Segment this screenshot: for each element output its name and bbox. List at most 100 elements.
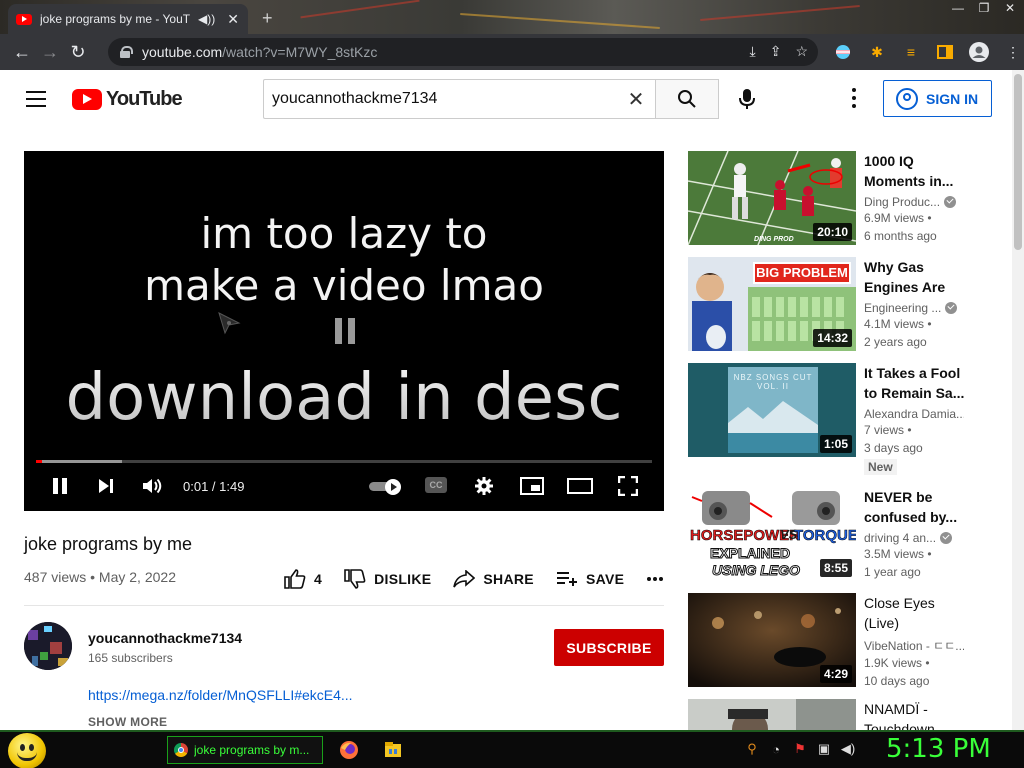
wallpaper-scribble [300,0,420,19]
settings-gear-icon[interactable] [473,469,495,503]
show-more-button[interactable]: SHOW MORE [88,715,167,729]
youtube-logo[interactable]: YouTube [72,88,183,111]
puzzle-extension-icon[interactable]: ✱ [866,42,888,62]
recommendation-channel[interactable]: driving 4 an... [864,531,966,545]
verified-icon [944,196,957,208]
taskbar-clock[interactable]: 5:13 PM [886,734,991,764]
hamburger-menu-icon[interactable] [26,91,46,107]
video-player[interactable]: im too lazy to make a video lmao downloa… [24,151,664,511]
video-cursor-icon [218,312,241,335]
recommendation-item[interactable]: HORSEPOWER VS TORQUE EXPLAINED USING LEG… [688,487,1008,581]
clock-tray-icon[interactable]: ◔ [768,741,784,757]
settings-kebab-icon[interactable] [850,88,858,108]
recommendation-channel[interactable]: Alexandra Damia... [864,407,966,421]
search-input[interactable]: youcannothackme7134 ✕ [263,79,656,119]
pause-icon[interactable] [48,469,72,503]
volume-icon[interactable] [140,469,166,503]
start-button-smiley-icon[interactable] [8,733,46,768]
file-explorer-icon[interactable] [383,740,403,760]
page-scrollbar[interactable] [1012,70,1024,730]
recommendation-title[interactable]: It Takes a Fool to Remain Sa... [864,363,966,403]
search-button[interactable] [655,79,719,119]
video-thumbnail[interactable] [688,699,856,730]
back-icon[interactable]: ← [8,38,36,66]
reload-icon[interactable]: ↻ [64,38,92,66]
recommendation-views: 6.9M views • [864,211,932,225]
flag-extension-icon[interactable] [832,42,854,62]
recommendation-views: 3.5M views • [864,547,932,561]
recommendation-title[interactable]: Why Gas Engines Are F... [864,257,966,297]
install-icon[interactable]: ⤓ [750,43,756,60]
chrome-menu-icon[interactable]: ⋮ [1002,42,1024,62]
url-path: /watch?v=M7WY_8stKzc [222,44,378,60]
share-page-icon[interactable]: ⇪ [770,43,782,60]
sign-in-button[interactable]: SIGN IN [883,80,992,117]
lock-icon[interactable] [120,46,133,58]
recommendation-item[interactable]: NBZ SONGS CUT VOL. II 1:05 It Takes a Fo… [688,363,1008,475]
progress-loaded [36,460,123,463]
progress-bar[interactable] [36,460,652,463]
recommendation-title[interactable]: 1000 IQ Moments in... [864,151,966,191]
recommendation-item[interactable]: DING PROD 20:10 1000 IQ Moments in... Di… [688,151,1008,245]
recommendation-channel[interactable]: VibeNation - ㄷㄷ... [864,637,966,654]
profile-avatar-icon[interactable] [968,42,990,62]
channel-name[interactable]: youcannothackme7134 [88,630,242,646]
video-thumbnail[interactable]: 4:29 [688,593,856,687]
tab-title: joke programs by me - YouT [40,12,190,26]
media-playlist-icon[interactable]: ≡ [900,42,922,62]
side-panel-icon[interactable] [934,42,956,62]
description-link[interactable]: https://mega.nz/folder/MnQSFLLI#ekcE4... [88,687,353,703]
recommendation-views: 4.1M views • [864,317,932,331]
close-window-icon[interactable]: ✕ [1002,1,1018,15]
video-thumbnail[interactable]: DING PROD 20:10 [688,151,856,245]
recommendation-channel[interactable]: Engineering ... [864,301,966,315]
theater-mode-icon[interactable] [566,469,594,503]
miniplayer-icon[interactable] [519,469,545,503]
bookmark-star-icon[interactable]: ☆ [795,43,808,60]
recommendation-title[interactable]: NNAMDÏ - Touchdown [864,699,966,730]
clear-search-icon[interactable]: ✕ [624,87,648,112]
subscribe-button[interactable]: SUBSCRIBE [554,629,664,666]
recommendation-title[interactable]: Close Eyes (Live) [864,593,966,633]
forward-icon[interactable]: → [36,38,64,66]
search-tray-icon[interactable]: ⚲ [744,741,760,757]
video-thumbnail[interactable]: BIG PROBLEM 14:32 [688,257,856,351]
scrollbar-thumb[interactable] [1014,74,1022,250]
restore-icon[interactable]: ❐ [976,1,992,15]
volume-tray-icon[interactable]: ◀) [840,741,856,757]
minimize-icon[interactable]: — [950,1,966,15]
flag-tray-icon[interactable]: ⚑ [792,741,808,757]
tab-audio-icon[interactable]: ◀)) [198,12,215,26]
autoplay-toggle[interactable] [369,479,403,495]
next-icon[interactable] [94,469,118,503]
recommendation-item[interactable]: 4:29 Close Eyes (Live) VibeNation - ㄷㄷ..… [688,593,1008,688]
browser-tab-active[interactable]: joke programs by me - YouT ◀)) ✕ [8,4,248,34]
channel-avatar[interactable] [24,622,72,670]
recommendation-item[interactable]: NNAMDÏ - Touchdown [688,699,1008,730]
share-button[interactable]: SHARE [453,570,534,588]
address-bar[interactable]: youtube.com/watch?v=M7WY_8stKzc ⤓ ⇪ ☆ [108,38,818,66]
recommendation-channel[interactable]: Ding Produc... [864,195,966,209]
wallpaper-scribble [700,5,860,21]
more-actions-icon[interactable] [646,576,664,582]
fullscreen-icon[interactable] [616,469,640,503]
thumbs-down-icon [344,569,366,589]
search-query[interactable]: youcannothackme7134 [272,90,624,108]
video-thumbnail[interactable]: NBZ SONGS CUT VOL. II 1:05 [688,363,856,457]
tab-close-icon[interactable]: ✕ [227,11,239,28]
thumb-overlay-text: DING PROD [754,236,794,243]
save-button[interactable]: SAVE [556,571,624,587]
taskbar-chrome-item[interactable]: joke programs by m... [167,736,323,764]
firefox-icon[interactable] [339,740,359,760]
like-button[interactable]: 4 [284,569,322,589]
recommendation-item[interactable]: BIG PROBLEM 14:32 Why Gas Engines Are F.… [688,257,1008,351]
subscriber-count: 165 subscribers [88,651,173,665]
captions-icon[interactable]: CC [425,477,447,493]
recommendation-age: 2 years ago [864,335,927,349]
microphone-icon[interactable] [734,85,760,113]
recommendation-title[interactable]: NEVER be confused by... [864,487,966,527]
video-thumbnail[interactable]: HORSEPOWER VS TORQUE EXPLAINED USING LEG… [688,487,856,581]
network-icon[interactable]: ▣ [816,741,832,757]
dislike-button[interactable]: DISLIKE [344,569,431,589]
new-tab-icon[interactable]: + [262,8,273,29]
